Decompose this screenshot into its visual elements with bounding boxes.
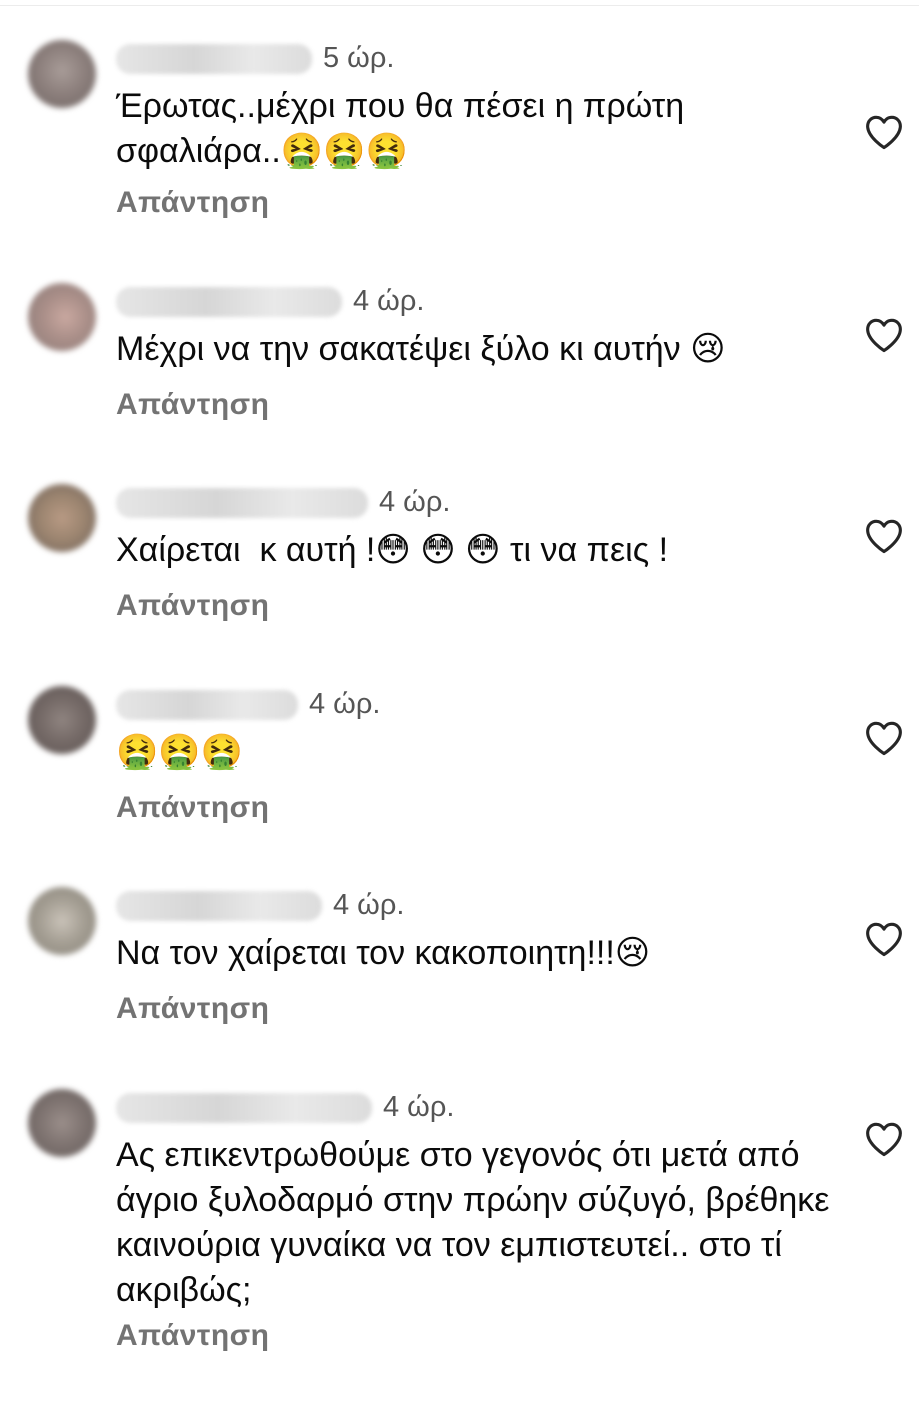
avatar[interactable] bbox=[28, 1089, 96, 1157]
comment-text: Να τον χαίρεται τον κακοποιητη!!!😢 bbox=[116, 934, 651, 972]
like-button[interactable] bbox=[864, 317, 904, 353]
like-button[interactable] bbox=[864, 1121, 904, 1157]
username-blurred[interactable] bbox=[116, 891, 322, 921]
like-button[interactable] bbox=[864, 720, 904, 756]
comment-text: Χαίρεται κ αυτή !😳 😳 😳 τι να πεις ! bbox=[116, 531, 669, 569]
comment-text: Μέχρι να την σακατέψει ξύλο κι αυτήν 😢 bbox=[116, 330, 726, 368]
username-blurred[interactable] bbox=[116, 690, 298, 720]
heart-outline-icon bbox=[866, 1122, 902, 1157]
heart-outline-icon bbox=[866, 922, 902, 957]
reply-button[interactable]: Απάντηση bbox=[116, 991, 270, 1027]
comment-text: Ας επικεντρωθούμε στο γεγονός ότι μετά α… bbox=[116, 1136, 839, 1309]
comment-text: 🤮🤮🤮 bbox=[116, 733, 244, 771]
comments-list: 5 ώρ. Έρωτας..μέχρι που θα πέσει η πρώτη… bbox=[0, 0, 919, 1410]
heart-outline-icon bbox=[866, 721, 902, 756]
reply-button[interactable]: Απάντηση bbox=[116, 185, 270, 221]
heart-outline-icon bbox=[866, 115, 902, 150]
avatar[interactable] bbox=[28, 887, 96, 955]
avatar[interactable] bbox=[28, 484, 96, 552]
comment-timestamp: 4 ώρ. bbox=[353, 285, 425, 317]
avatar[interactable] bbox=[28, 686, 96, 754]
username-blurred[interactable] bbox=[116, 44, 312, 74]
like-button[interactable] bbox=[864, 518, 904, 554]
reply-button[interactable]: Απάντηση bbox=[116, 790, 270, 826]
heart-outline-icon bbox=[866, 519, 902, 554]
like-button[interactable] bbox=[864, 921, 904, 957]
heart-outline-icon bbox=[866, 318, 902, 353]
username-blurred[interactable] bbox=[116, 488, 368, 518]
avatar[interactable] bbox=[28, 40, 96, 108]
reply-button[interactable]: Απάντηση bbox=[116, 588, 270, 624]
comment-timestamp: 5 ώρ. bbox=[323, 42, 395, 74]
comment-timestamp: 4 ώρ. bbox=[333, 889, 405, 921]
comment-timestamp: 4 ώρ. bbox=[383, 1091, 455, 1123]
avatar[interactable] bbox=[28, 283, 96, 351]
reply-button[interactable]: Απάντηση bbox=[116, 387, 270, 423]
comment-text: Έρωτας..μέχρι που θα πέσει η πρώτη σφαλι… bbox=[116, 87, 694, 170]
like-button[interactable] bbox=[864, 114, 904, 150]
reply-button[interactable]: Απάντηση bbox=[116, 1318, 270, 1354]
comment-timestamp: 4 ώρ. bbox=[309, 688, 381, 720]
username-blurred[interactable] bbox=[116, 1093, 372, 1123]
username-blurred[interactable] bbox=[116, 287, 342, 317]
comment-timestamp: 4 ώρ. bbox=[379, 486, 451, 518]
